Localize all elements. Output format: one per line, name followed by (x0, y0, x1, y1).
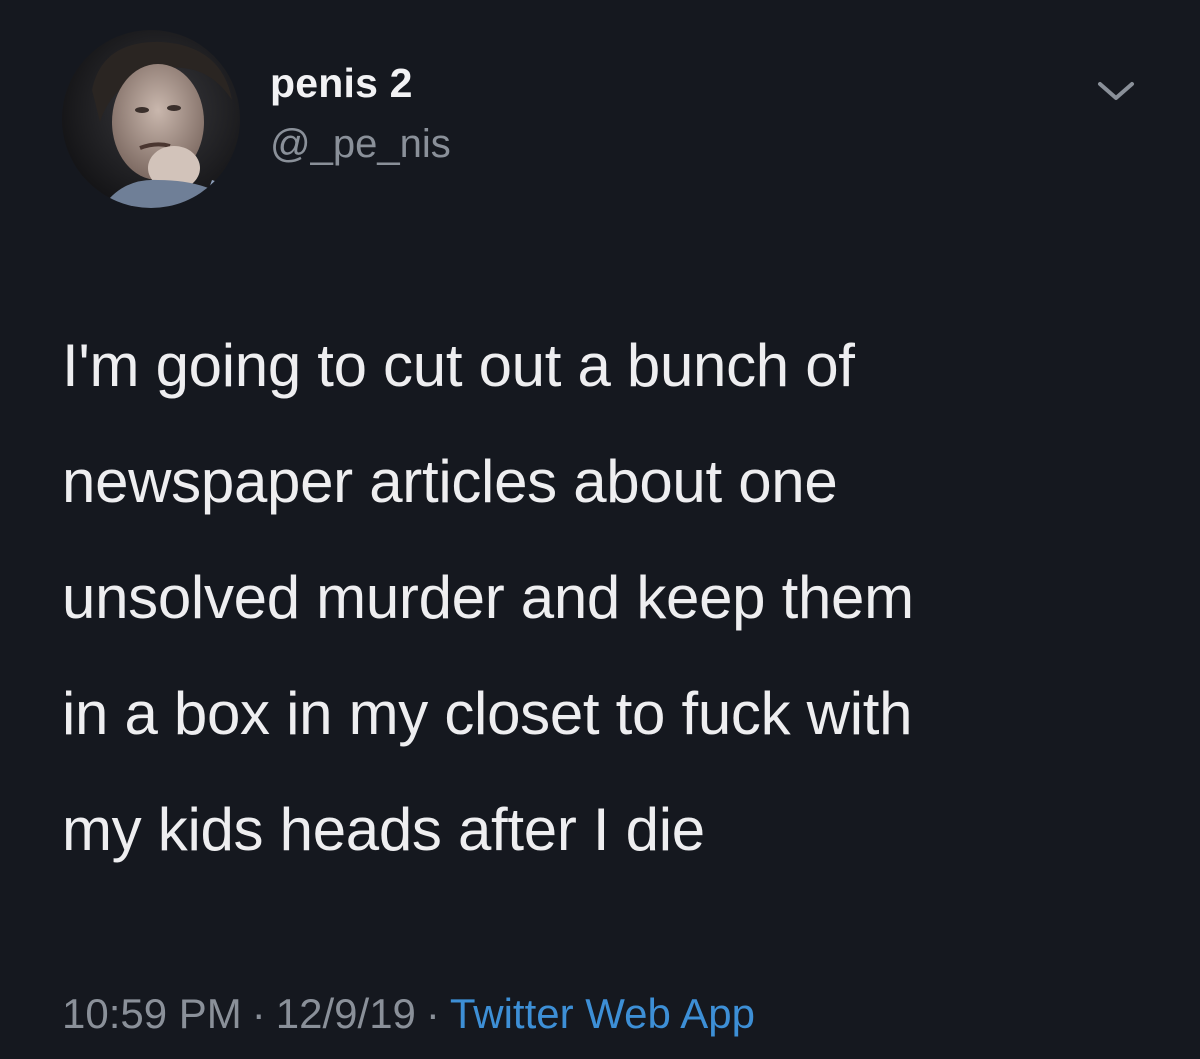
chevron-down-icon[interactable] (1094, 78, 1138, 106)
tweet-text: I'm going to cut out a bunch of newspape… (62, 308, 1162, 888)
avatar[interactable] (62, 30, 240, 208)
tweet-date[interactable]: 12/9/19 (276, 990, 416, 1037)
tweet-time[interactable]: 10:59 PM (62, 990, 242, 1037)
avatar-photo (62, 30, 240, 208)
tweet-text-line: in a box in my closet to fuck with (62, 680, 913, 747)
meta-separator: · (425, 990, 440, 1037)
tweet-meta: 10:59 PM · 12/9/19 · Twitter Web App (62, 990, 755, 1038)
tweet-card: penis 2 @_pe_nis I'm going to cut out a … (0, 0, 1200, 1059)
tweet-text-line: I'm going to cut out a bunch of (62, 332, 855, 399)
tweet-source-link[interactable]: Twitter Web App (450, 990, 755, 1037)
meta-separator: · (251, 990, 266, 1037)
author-display-name[interactable]: penis 2 (270, 60, 413, 107)
author-handle[interactable]: @_pe_nis (270, 122, 451, 167)
tweet-text-line: unsolved murder and keep them (62, 564, 914, 631)
tweet-text-line: newspaper articles about one (62, 448, 838, 515)
tweet-text-line: my kids heads after I die (62, 796, 705, 863)
